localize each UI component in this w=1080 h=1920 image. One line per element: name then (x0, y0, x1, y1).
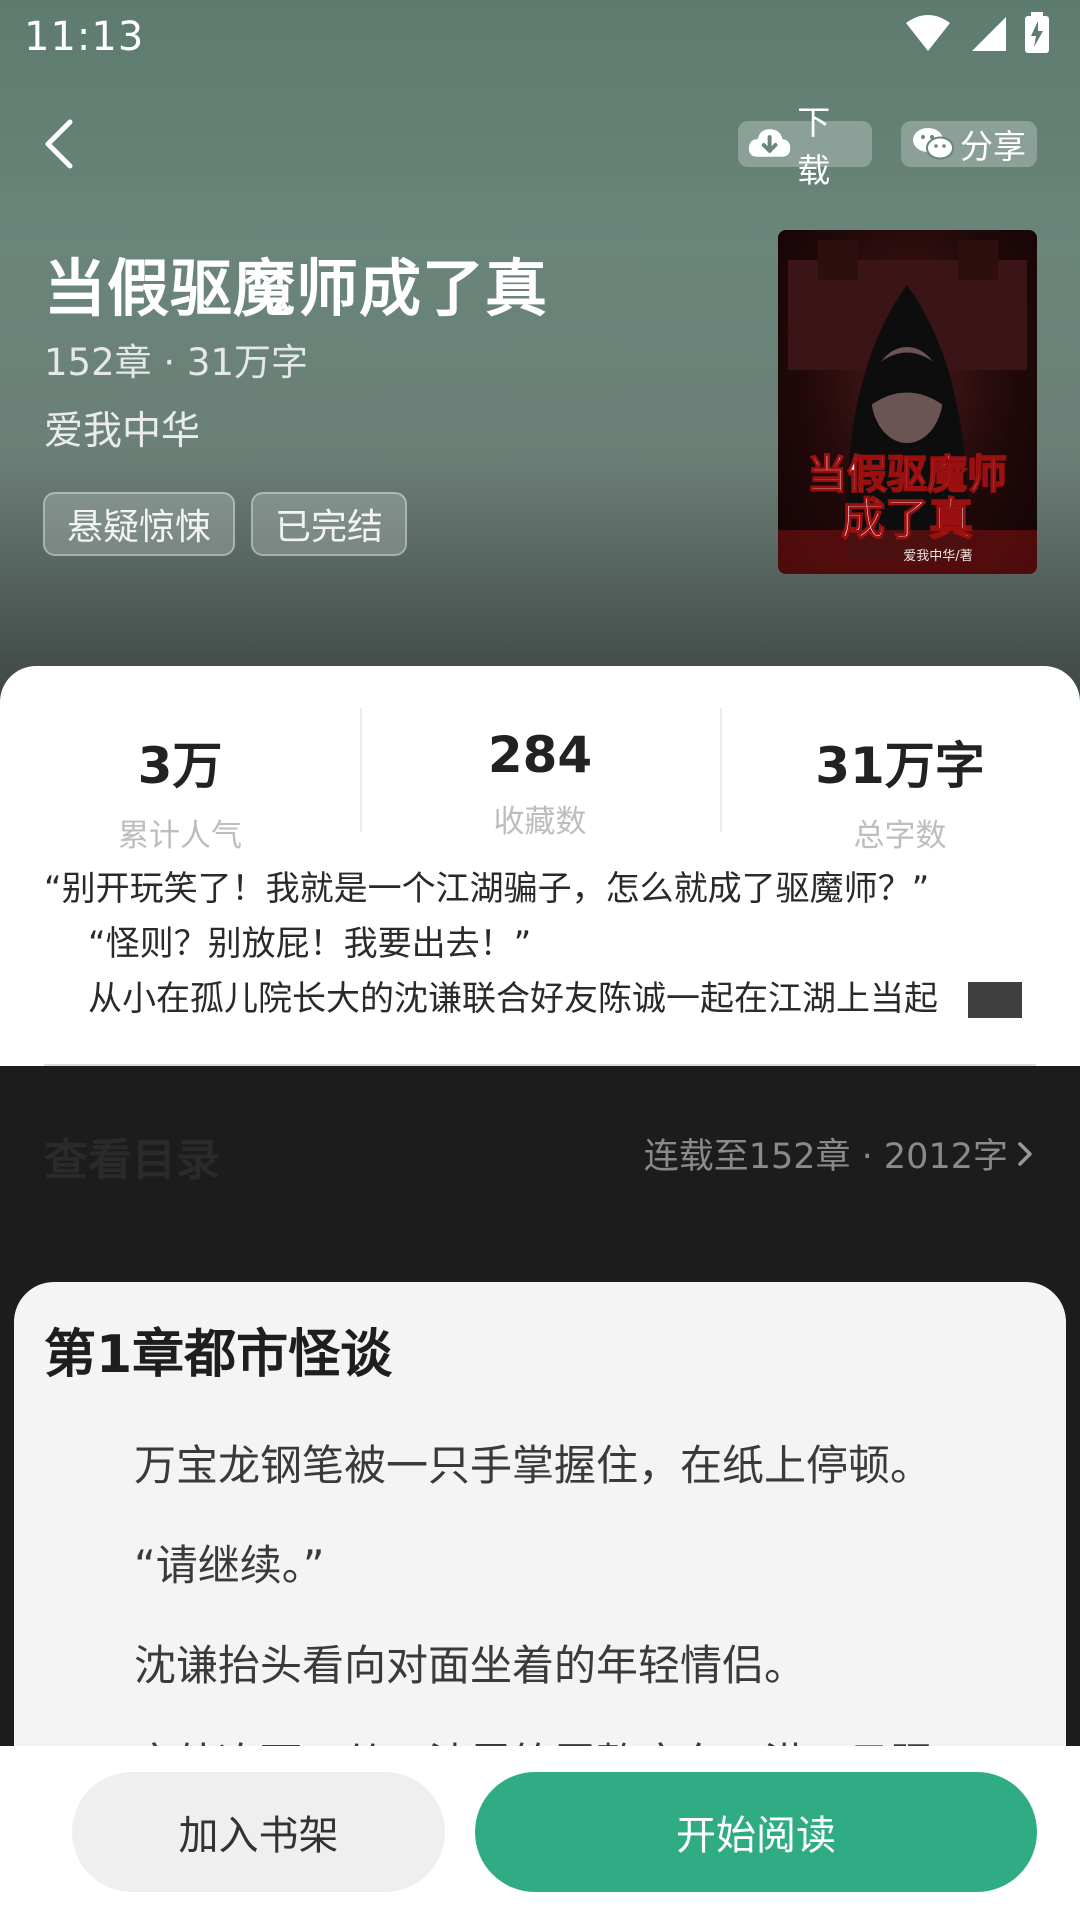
chevron-right-icon (1018, 1141, 1032, 1166)
stat-label: 累计人气 (118, 818, 242, 854)
stat-wordcount: 31万字 总字数 (720, 696, 1080, 854)
wifi-icon (906, 15, 950, 51)
signal-icon (972, 17, 1006, 51)
cover-title-line1: 当假驱魔师 (807, 452, 1007, 498)
stat-label: 总字数 (853, 818, 947, 854)
book-title: 当假驱魔师成了真 (44, 252, 549, 325)
stats-row: 3万 累计人气 284 收藏数 31万字 总字数 (0, 696, 1080, 854)
synopsis-line: “怪则？别放屁！我要出去！” (88, 924, 532, 964)
catalog-title: 查看目录 (44, 1135, 220, 1186)
book-meta: 152章 · 31万字 (44, 341, 308, 384)
stat-label: 收藏数 (493, 804, 587, 840)
add-to-shelf-button[interactable]: 加入书架 (72, 1772, 445, 1892)
chapter-paragraph: “请继续。” (134, 1541, 325, 1590)
download-label: 下载 (797, 103, 831, 190)
chevron-left-icon (45, 119, 73, 169)
stat-favorites: 284 收藏数 (360, 696, 720, 840)
stat-value: 31万字 (815, 737, 985, 795)
status-bar: 11:13 (0, 0, 1080, 76)
book-header: 11:13 下载 分享 当假驱魔师成了真 152章 · 31万字 爱我中华 悬疑… (0, 0, 1080, 700)
cloud-download-icon (748, 129, 791, 157)
synopsis-line: “别开玩笑了！我就是一个江湖骗子，怎么就成了驱魔师？” (44, 869, 930, 909)
download-button[interactable]: 下载 (738, 103, 872, 190)
bottom-action-bar: 加入书架 开始阅读 (0, 1746, 1080, 1920)
tag-list: 悬疑惊悚 已完结 (43, 492, 408, 556)
cover-art: 当假驱魔师 成了真 爱我中华/著 (778, 240, 1037, 574)
back-button[interactable] (36, 116, 84, 172)
battery-icon (1025, 12, 1049, 53)
chapter-title: 第1章都市怪谈 (44, 1325, 393, 1385)
stat-popularity: 3万 累计人气 (0, 696, 360, 854)
book-cover[interactable]: 当假驱魔师 成了真 爱我中华/著 (778, 230, 1037, 574)
share-button[interactable]: 分享 (901, 121, 1037, 167)
cover-author-credit: 爱我中华/著 (903, 549, 972, 564)
expand-synopsis-button[interactable] (968, 982, 1022, 1018)
status-time: 11:13 (24, 14, 145, 60)
stat-value: 3万 (137, 737, 223, 795)
info-card: 3万 累计人气 284 收藏数 31万字 总字数 “别开玩笑了！我就是一个江湖骗… (0, 666, 1080, 1066)
wechat-icon (913, 128, 954, 160)
tag-status: 已完结 (251, 492, 408, 556)
chapter-paragraph: 沈谦抬头看向对面坐着的年轻情侣。 (134, 1641, 807, 1690)
stat-value: 284 (487, 726, 593, 784)
chapter-paragraph: 万宝龙钢笔被一只手掌握住，在纸上停顿。 (134, 1441, 933, 1490)
synopsis[interactable]: “别开玩笑了！我就是一个江湖骗子，怎么就成了驱魔师？” “怪则？别放屁！我要出去… (44, 862, 1038, 1027)
start-reading-button[interactable]: 开始阅读 (475, 1772, 1037, 1892)
cover-title-line2: 成了真 (841, 494, 973, 545)
synopsis-line: 从小在孤儿院长大的沈谦联合好友陈诚一起在江湖上当起 (88, 979, 938, 1019)
share-label: 分享 (960, 127, 1026, 166)
tag-genre[interactable]: 悬疑惊悚 (43, 492, 236, 556)
catalog-info: 连载至152章 · 2012字 (644, 1128, 1036, 1179)
status-icons (904, 12, 1050, 54)
catalog-row[interactable]: 查看目录 连载至152章 · 2012字 (0, 1066, 1080, 1236)
book-author[interactable]: 爱我中华 (44, 400, 200, 456)
catalog-info-text: 连载至152章 · 2012字 (643, 1137, 1008, 1177)
